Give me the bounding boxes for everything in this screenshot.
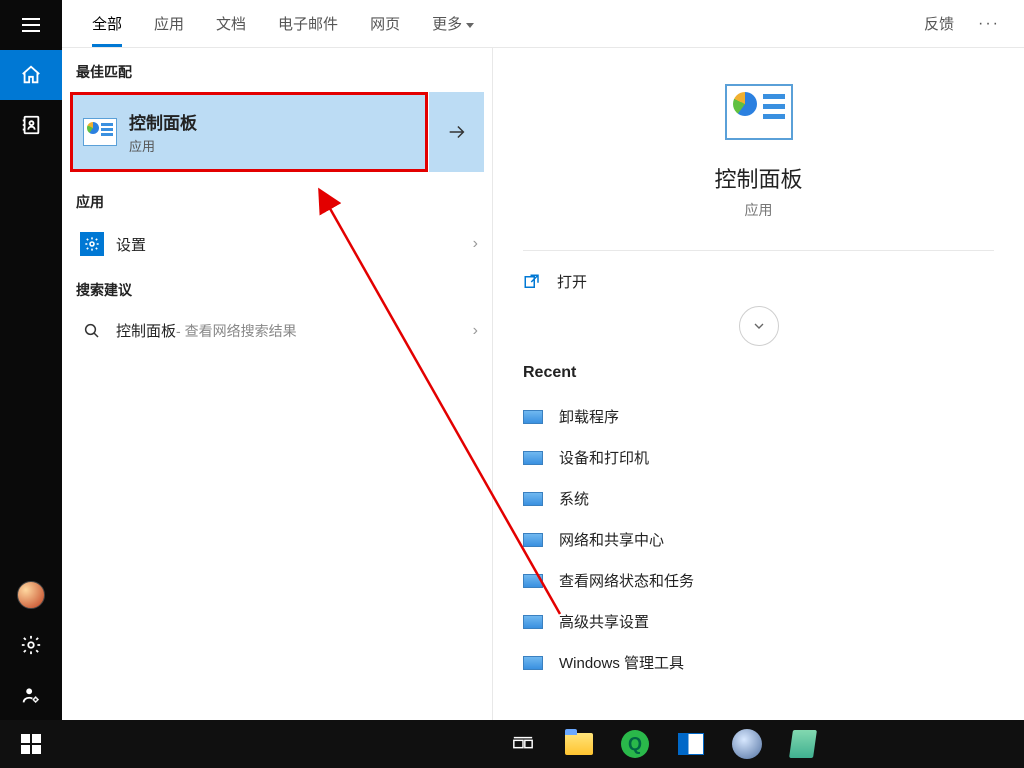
control-panel-icon [725,84,793,140]
app-q-button[interactable] [608,720,662,768]
arrow-right-icon [446,121,468,143]
tab-apps[interactable]: 应用 [138,1,200,46]
result-settings-label: 设置 [116,234,146,255]
recent-list: 卸载程序 设备和打印机 系统 网络和共享中心 查看网络状态和任务 高级共享设置 … [523,396,994,683]
profile-settings-button[interactable] [0,670,62,720]
settings-app-icon [80,232,104,256]
chevron-right-icon: › [473,322,478,340]
open-label: 打开 [557,271,587,292]
tab-all[interactable]: 全部 [76,1,138,46]
tab-more[interactable]: 更多 [416,1,490,46]
tab-web[interactable]: 网页 [354,1,416,46]
start-sidebar [0,0,62,720]
preview-sub: 应用 [745,200,773,220]
recent-item[interactable]: Windows 管理工具 [523,642,994,683]
address-book-icon [20,114,42,136]
panel-icon [523,492,543,506]
avatar-icon [17,581,45,609]
chevron-right-icon: › [473,235,478,253]
suggestion-hint: - 查看网络搜索结果 [176,321,297,341]
chevron-down-icon [466,23,474,28]
best-match-result[interactable]: 控制面板 应用 [70,92,428,172]
note-icon [789,730,817,758]
task-view-button[interactable] [496,720,550,768]
hamburger-icon [22,18,40,32]
home-icon [20,64,42,86]
expand-button[interactable] [739,306,779,346]
recent-item[interactable]: 网络和共享中心 [523,519,994,560]
web-suggestion[interactable]: 控制面板 - 查看网络搜索结果 › [62,310,492,351]
best-match-sub: 应用 [129,136,197,155]
best-match-label: 最佳匹配 [62,48,492,92]
best-match-title: 控制面板 [129,109,197,134]
taskbar [0,720,1024,768]
expand-preview-button[interactable] [428,92,484,172]
panel-icon [523,656,543,670]
apps-label: 应用 [62,178,492,222]
app-avatar-button[interactable] [720,720,774,768]
person-gear-icon [20,684,42,706]
open-action[interactable]: 打开 [523,251,994,312]
results-column: 最佳匹配 控制面板 应用 应用 设置 › [62,48,492,720]
panel-icon [523,615,543,629]
recent-item[interactable]: 查看网络状态和任务 [523,560,994,601]
recent-item[interactable]: 高级共享设置 [523,601,994,642]
content-area: 最佳匹配 控制面板 应用 应用 设置 › [62,48,1024,720]
open-icon [523,272,543,292]
result-settings[interactable]: 设置 › [62,222,492,266]
recent-item[interactable]: 卸载程序 [523,396,994,437]
contacts-button[interactable] [0,100,62,150]
suggestion-text: 控制面板 [116,320,176,341]
recent-item[interactable]: 设备和打印机 [523,437,994,478]
preview-column: 控制面板 应用 打开 Recent 卸载程序 设备和打印机 系统 网络和共享中心… [492,48,1024,720]
folder-icon [565,733,593,755]
panel-app-icon [678,733,704,755]
control-panel-icon [83,118,117,146]
windows-icon [21,734,41,754]
recent-item[interactable]: 系统 [523,478,994,519]
menu-button[interactable] [0,0,62,50]
user-avatar-button[interactable] [0,570,62,620]
avatar-icon [732,729,762,759]
chevron-down-icon [751,318,767,334]
search-panel: 全部 应用 文档 电子邮件 网页 更多 反馈 ··· 最佳匹配 控制面板 应用 [62,0,1024,720]
tab-email[interactable]: 电子邮件 [262,1,354,46]
suggestions-label: 搜索建议 [62,266,492,310]
panel-icon [523,451,543,465]
feedback-link[interactable]: 反馈 [910,1,968,46]
recent-label: Recent [523,364,994,382]
gear-icon [20,634,42,656]
tab-docs[interactable]: 文档 [200,1,262,46]
more-options-button[interactable]: ··· [968,15,1010,33]
panel-icon [523,574,543,588]
settings-button[interactable] [0,620,62,670]
app-note-button[interactable] [776,720,830,768]
panel-icon [523,533,543,547]
home-button[interactable] [0,50,62,100]
preview-title: 控制面板 [714,162,802,194]
panel-icon [523,410,543,424]
app-panel-button[interactable] [664,720,718,768]
task-view-icon [512,733,534,755]
search-icon [76,322,108,340]
explorer-button[interactable] [552,720,606,768]
tab-bar: 全部 应用 文档 电子邮件 网页 更多 反馈 ··· [62,0,1024,48]
q-icon [621,730,649,758]
start-button[interactable] [0,720,62,768]
